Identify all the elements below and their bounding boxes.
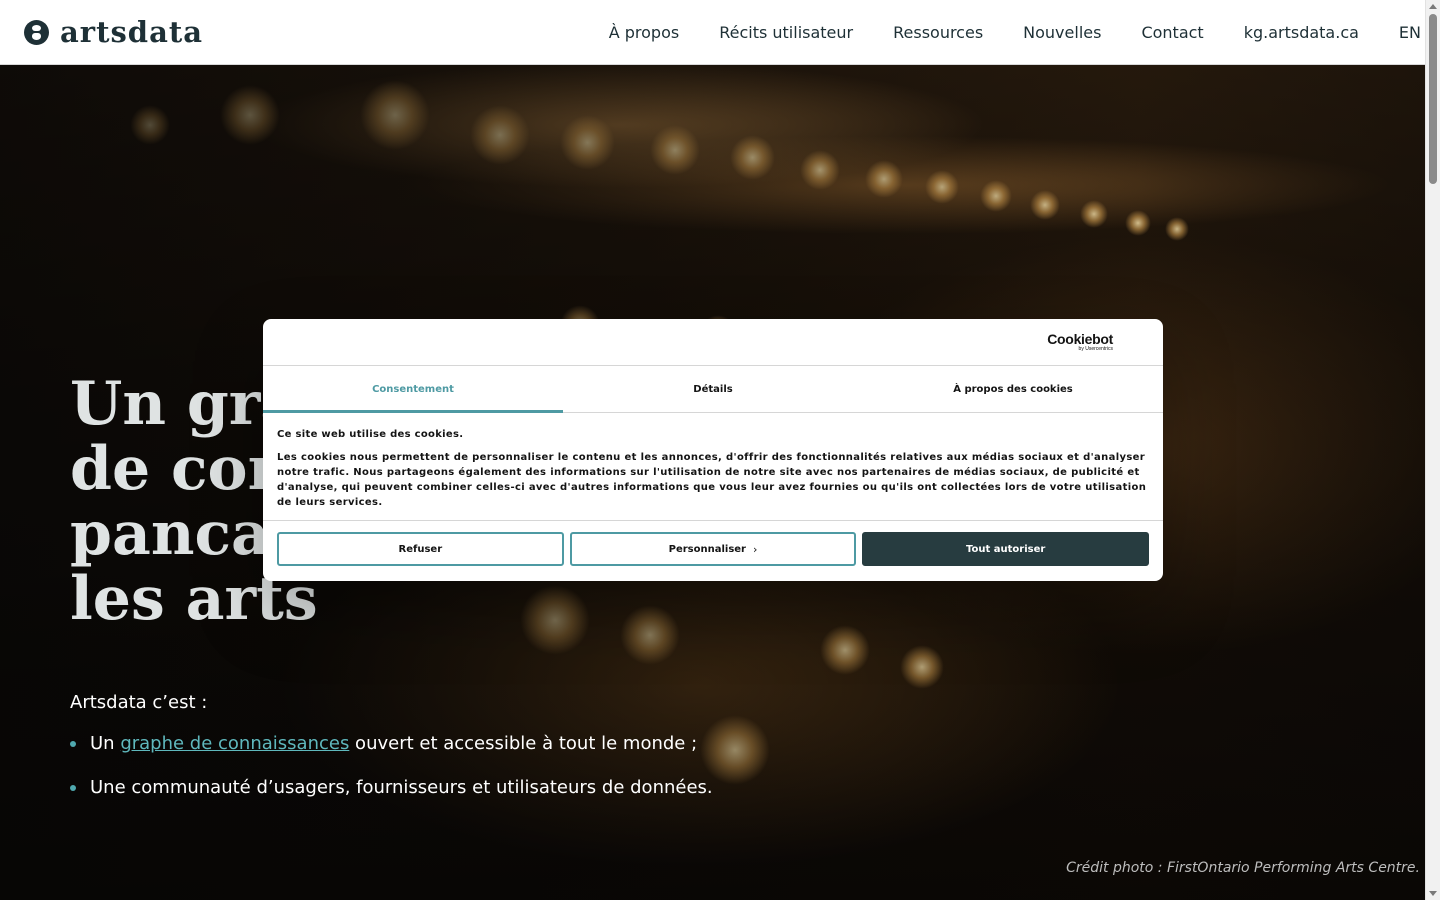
hero-intro: Artsdata c’est : xyxy=(70,692,208,713)
main-nav: À propos Récits utilisateur Ressources N… xyxy=(569,0,1425,64)
tab-details[interactable]: Détails xyxy=(563,366,863,412)
cookie-consent-dialog: Cookiebot by Usercentrics Consentement D… xyxy=(263,319,1163,581)
list-item: Une communauté d’usagers, fournisseurs e… xyxy=(70,776,713,800)
logo-mark-icon xyxy=(24,19,49,45)
scrollbar-thumb[interactable] xyxy=(1429,14,1437,184)
nav-item-recits-utilisateur[interactable]: Récits utilisateur xyxy=(719,23,853,42)
dialog-body: Ce site web utilise des cookies. Les coo… xyxy=(263,413,1163,521)
cookie-tabs: Consentement Détails À propos des cookie… xyxy=(263,366,1163,413)
cookiebot-logo: Cookiebot by Usercentrics xyxy=(1047,331,1113,352)
cookie-notice-title: Ce site web utilise des cookies. xyxy=(277,429,464,440)
customize-button[interactable]: Personnaliser › xyxy=(569,532,857,566)
list-item: Un graphe de connaissances ouvert et acc… xyxy=(70,732,713,756)
nav-item-contact[interactable]: Contact xyxy=(1141,23,1203,42)
tab-a-propos-des-cookies[interactable]: À propos des cookies xyxy=(863,366,1163,412)
knowledge-graph-link[interactable]: graphe de connaissances xyxy=(120,733,349,754)
nav-item-nouvelles[interactable]: Nouvelles xyxy=(1023,23,1101,42)
nav-item-a-propos[interactable]: À propos xyxy=(609,23,679,42)
page-scrollbar[interactable] xyxy=(1425,0,1440,900)
site-header: artsdata À propos Récits utilisateur Res… xyxy=(0,0,1425,65)
photo-credit: Crédit photo : FirstOntario Performing A… xyxy=(1066,860,1420,876)
dialog-footer: Refuser Personnaliser › Tout autoriser xyxy=(263,521,1163,566)
hero-bullet-list: Un graphe de connaissances ouvert et acc… xyxy=(70,732,713,820)
tab-consentement[interactable]: Consentement xyxy=(263,366,563,413)
nav-item-kg-artsdata[interactable]: kg.artsdata.ca xyxy=(1244,23,1359,42)
refuse-button[interactable]: Refuser xyxy=(277,532,564,566)
logo-text: artsdata xyxy=(60,15,204,49)
allow-all-button[interactable]: Tout autoriser xyxy=(862,532,1150,566)
nav-item-ressources[interactable]: Ressources xyxy=(893,23,983,42)
cookie-notice-text: Les cookies nous permettent de personnal… xyxy=(277,452,1147,508)
language-switch-en[interactable]: EN xyxy=(1399,23,1421,42)
dialog-header: Cookiebot by Usercentrics xyxy=(263,319,1163,366)
chevron-right-icon: › xyxy=(752,542,758,556)
site-logo[interactable]: artsdata xyxy=(24,15,204,49)
scroll-down-icon[interactable] xyxy=(1429,891,1437,896)
scroll-up-icon[interactable] xyxy=(1429,4,1437,9)
